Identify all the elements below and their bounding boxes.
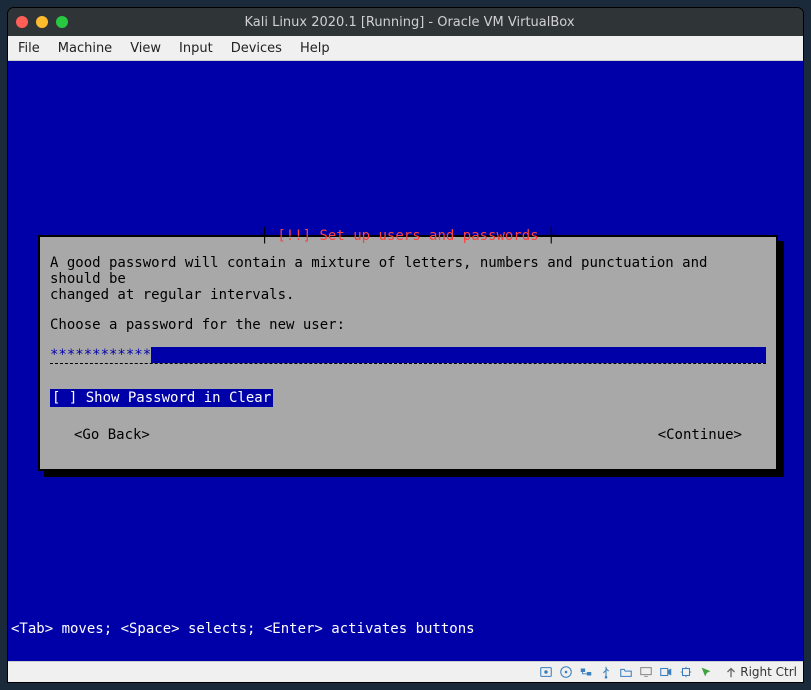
cpu-icon[interactable] bbox=[678, 664, 694, 680]
maximize-icon[interactable] bbox=[56, 16, 68, 28]
menu-help[interactable]: Help bbox=[300, 41, 330, 56]
statusbar: Right Ctrl bbox=[8, 661, 803, 682]
minimize-icon[interactable] bbox=[36, 16, 48, 28]
display-icon[interactable] bbox=[638, 664, 654, 680]
nav-row: <Go Back> <Continue> bbox=[50, 427, 766, 443]
menu-file[interactable]: File bbox=[18, 41, 40, 56]
show-password-checkbox[interactable]: [ ] Show Password in Clear bbox=[50, 389, 273, 407]
dialog-body: A good password will contain a mixture o… bbox=[40, 237, 776, 443]
help-text-line1: A good password will contain a mixture o… bbox=[50, 255, 766, 287]
menu-view[interactable]: View bbox=[130, 41, 161, 56]
title-dash-left: ┤ bbox=[260, 228, 277, 244]
password-input[interactable]: ************ bbox=[50, 347, 151, 363]
usb-icon[interactable] bbox=[598, 664, 614, 680]
vm-window: Kali Linux 2020.1 [Running] - Oracle VM … bbox=[8, 8, 803, 682]
menu-input[interactable]: Input bbox=[179, 41, 213, 56]
continue-button[interactable]: <Continue> bbox=[658, 427, 742, 443]
dialog-title: [!!] Set up users and passwords bbox=[277, 228, 538, 244]
password-prompt: Choose a password for the new user: bbox=[50, 317, 766, 333]
hostkey-label: Right Ctrl bbox=[740, 665, 797, 679]
titlebar: Kali Linux 2020.1 [Running] - Oracle VM … bbox=[8, 8, 803, 36]
installer-dialog: ┤ [!!] Set up users and passwords ├ A go… bbox=[38, 235, 778, 471]
go-back-button[interactable]: <Go Back> bbox=[74, 427, 150, 443]
hostkey-indicator: Right Ctrl bbox=[724, 665, 797, 679]
password-underline bbox=[50, 347, 766, 364]
window-title: Kali Linux 2020.1 [Running] - Oracle VM … bbox=[80, 15, 739, 30]
disk-icon[interactable] bbox=[538, 664, 554, 680]
window-controls bbox=[16, 16, 68, 28]
footer-hint: <Tab> moves; <Space> selects; <Enter> ac… bbox=[9, 621, 802, 637]
menu-devices[interactable]: Devices bbox=[231, 41, 282, 56]
cd-icon[interactable] bbox=[558, 664, 574, 680]
network-icon[interactable] bbox=[578, 664, 594, 680]
recording-icon[interactable] bbox=[658, 664, 674, 680]
dialog-title-row: ┤ [!!] Set up users and passwords ├ bbox=[40, 228, 776, 244]
password-field-row: ************ bbox=[50, 347, 766, 365]
title-dash-right: ├ bbox=[539, 228, 556, 244]
menubar: File Machine View Input Devices Help bbox=[8, 36, 803, 61]
menu-machine[interactable]: Machine bbox=[58, 41, 112, 56]
hostkey-arrow-icon bbox=[724, 665, 738, 679]
guest-screen[interactable]: ┤ [!!] Set up users and passwords ├ A go… bbox=[8, 61, 803, 661]
shared-folder-icon[interactable] bbox=[618, 664, 634, 680]
help-text-line2: changed at regular intervals. bbox=[50, 287, 766, 303]
close-icon[interactable] bbox=[16, 16, 28, 28]
spacer bbox=[50, 303, 766, 317]
mouse-integration-icon[interactable] bbox=[698, 664, 714, 680]
